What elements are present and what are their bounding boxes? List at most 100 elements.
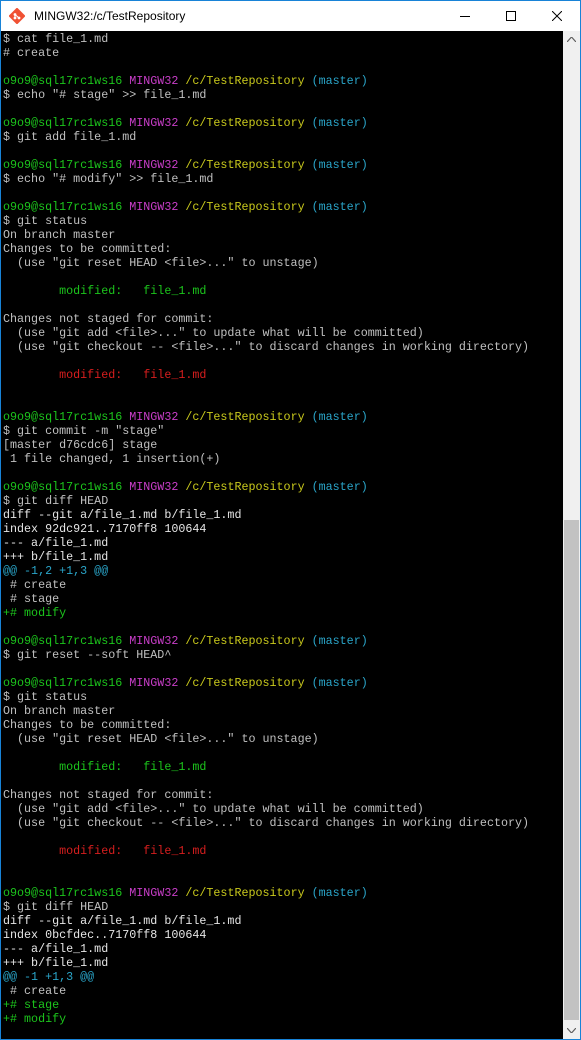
terminal-text-segment: (master) — [311, 410, 368, 424]
terminal-text-segment: o9o9@sql17rc1ws16 — [3, 200, 130, 214]
terminal-text-segment: index 0bcfdec..7170ff8 100644 — [3, 928, 207, 942]
terminal-line: $ git status — [3, 214, 529, 228]
terminal-text-segment: o9o9@sql17rc1ws16 — [3, 676, 130, 690]
terminal-text-segment: --- a/file_1.md — [3, 536, 109, 550]
vertical-scrollbar[interactable] — [563, 31, 580, 1039]
terminal-line: modified: file_1.md — [3, 760, 529, 774]
terminal-text-segment: Changes not staged for commit: — [3, 312, 214, 326]
scroll-up-button[interactable] — [563, 31, 580, 48]
terminal-text-segment: $ git status — [3, 214, 88, 228]
terminal-line: # create — [3, 578, 529, 592]
terminal-text-segment: +# modify — [3, 606, 67, 620]
terminal-text-segment: /c/TestRepository — [185, 116, 312, 130]
terminal-text-segment: MINGW32 — [129, 158, 186, 172]
terminal-line: diff --git a/file_1.md b/file_1.md — [3, 914, 529, 928]
terminal-text-segment: $ git diff HEAD — [3, 494, 109, 508]
terminal-text-segment: $ echo "# modify" >> file_1.md — [3, 172, 214, 186]
terminal-line: --- a/file_1.md — [3, 536, 529, 550]
terminal-text-segment: /c/TestRepository — [185, 74, 312, 88]
terminal-lines: $ cat file_1.md # create o9o9@sql17rc1ws16… — [3, 32, 529, 1026]
terminal-line: $ git reset --soft HEAD^ — [3, 648, 529, 662]
terminal-line: o9o9@sql17rc1ws16 MINGW32 /c/TestReposit… — [3, 116, 529, 130]
terminal-text-segment: /c/TestRepository — [185, 480, 312, 494]
terminal-line: $ git commit -m "stage" — [3, 424, 529, 438]
terminal-text-segment: diff --git a/file_1.md b/file_1.md — [3, 914, 242, 928]
terminal-line: o9o9@sql17rc1ws16 MINGW32 /c/TestReposit… — [3, 480, 529, 494]
terminal-text-segment: MINGW32 — [129, 410, 186, 424]
terminal-text-segment: /c/TestRepository — [185, 676, 312, 690]
terminal-text-segment: [master d76cdc6] stage — [3, 438, 158, 452]
terminal-text-segment: (master) — [311, 480, 368, 494]
terminal-text-segment: o9o9@sql17rc1ws16 — [3, 74, 130, 88]
terminal-text-segment: Changes to be committed: — [3, 242, 172, 256]
terminal-line: $ git diff HEAD — [3, 900, 529, 914]
terminal-line: +# modify — [3, 606, 529, 620]
terminal-line: (use "git checkout -- <file>..." to disc… — [3, 340, 529, 354]
scroll-down-button[interactable] — [563, 1022, 580, 1039]
terminal-text-segment: (master) — [311, 74, 368, 88]
terminal-text-segment: (master) — [311, 634, 368, 648]
terminal-line: On branch master — [3, 704, 529, 718]
terminal-text-segment: Changes not staged for commit: — [3, 788, 214, 802]
terminal-line: Changes to be committed: — [3, 718, 529, 732]
terminal-line: modified: file_1.md — [3, 284, 529, 298]
maximize-button[interactable] — [488, 1, 534, 31]
terminal-line: o9o9@sql17rc1ws16 MINGW32 /c/TestReposit… — [3, 886, 529, 900]
terminal-text-segment: $ cat file_1.md — [3, 32, 109, 46]
terminal-line: [master d76cdc6] stage — [3, 438, 529, 452]
terminal-line: # create — [3, 46, 529, 60]
terminal-line: modified: file_1.md — [3, 368, 529, 382]
terminal-text-segment: MINGW32 — [129, 200, 186, 214]
terminal-text-segment: (use "git checkout -- <file>..." to disc… — [3, 340, 530, 354]
scroll-up-arrow-icon — [567, 37, 576, 42]
terminal-line: Changes to be committed: — [3, 242, 529, 256]
terminal-line: @@ -1,2 +1,3 @@ — [3, 564, 529, 578]
terminal-text-segment: +# stage — [3, 998, 60, 1012]
terminal-text-segment: diff --git a/file_1.md b/file_1.md — [3, 508, 242, 522]
terminal-line: modified: file_1.md — [3, 844, 529, 858]
terminal-text-segment: MINGW32 — [129, 116, 186, 130]
terminal-text-segment: (use "git reset HEAD <file>..." to unsta… — [3, 732, 319, 746]
scrollbar-thumb[interactable] — [564, 520, 579, 1020]
terminal-text-segment: modified: file_1.md — [3, 368, 207, 382]
terminal-window: MINGW32:/c/TestRepository $ cat file_1.m… — [0, 0, 581, 1040]
terminal-text-segment: @@ -1,2 +1,3 @@ — [3, 564, 109, 578]
terminal-text-segment: $ git reset --soft HEAD^ — [3, 648, 172, 662]
terminal-text-segment: modified: file_1.md — [3, 844, 207, 858]
terminal-line: +# stage — [3, 998, 529, 1012]
terminal-line: (use "git add <file>..." to update what … — [3, 326, 529, 340]
terminal-text-segment: MINGW32 — [129, 886, 186, 900]
terminal-line: (use "git reset HEAD <file>..." to unsta… — [3, 256, 529, 270]
terminal-text-segment: o9o9@sql17rc1ws16 — [3, 634, 130, 648]
terminal-output[interactable]: $ cat file_1.md # create o9o9@sql17rc1ws16… — [1, 31, 563, 1039]
terminal-line: o9o9@sql17rc1ws16 MINGW32 /c/TestReposit… — [3, 74, 529, 88]
terminal-text-segment: MINGW32 — [129, 676, 186, 690]
terminal-line: $ echo "# modify" >> file_1.md — [3, 172, 529, 186]
terminal-text-segment: 1 file changed, 1 insertion(+) — [3, 452, 221, 466]
terminal-line: o9o9@sql17rc1ws16 MINGW32 /c/TestReposit… — [3, 676, 529, 690]
minimize-button[interactable] — [442, 1, 488, 31]
terminal-text-segment: +++ b/file_1.md — [3, 550, 109, 564]
close-button[interactable] — [534, 1, 580, 31]
terminal-line: # stage — [3, 592, 529, 606]
terminal-text-segment: # stage — [3, 592, 60, 606]
terminal-text-segment: (use "git add <file>..." to update what … — [3, 326, 424, 340]
terminal-text-segment: o9o9@sql17rc1ws16 — [3, 480, 130, 494]
terminal-text-segment: $ git add file_1.md — [3, 130, 137, 144]
terminal-text-segment: (use "git add <file>..." to update what … — [3, 802, 424, 816]
terminal-line: Changes not staged for commit: — [3, 788, 529, 802]
terminal-text-segment: (use "git checkout -- <file>..." to disc… — [3, 816, 530, 830]
title-bar[interactable]: MINGW32:/c/TestRepository — [1, 1, 580, 31]
terminal-text-segment: $ git diff HEAD — [3, 900, 109, 914]
terminal-line: o9o9@sql17rc1ws16 MINGW32 /c/TestReposit… — [3, 410, 529, 424]
terminal-line: o9o9@sql17rc1ws16 MINGW32 /c/TestReposit… — [3, 200, 529, 214]
terminal-line: $ echo "# stage" >> file_1.md — [3, 88, 529, 102]
